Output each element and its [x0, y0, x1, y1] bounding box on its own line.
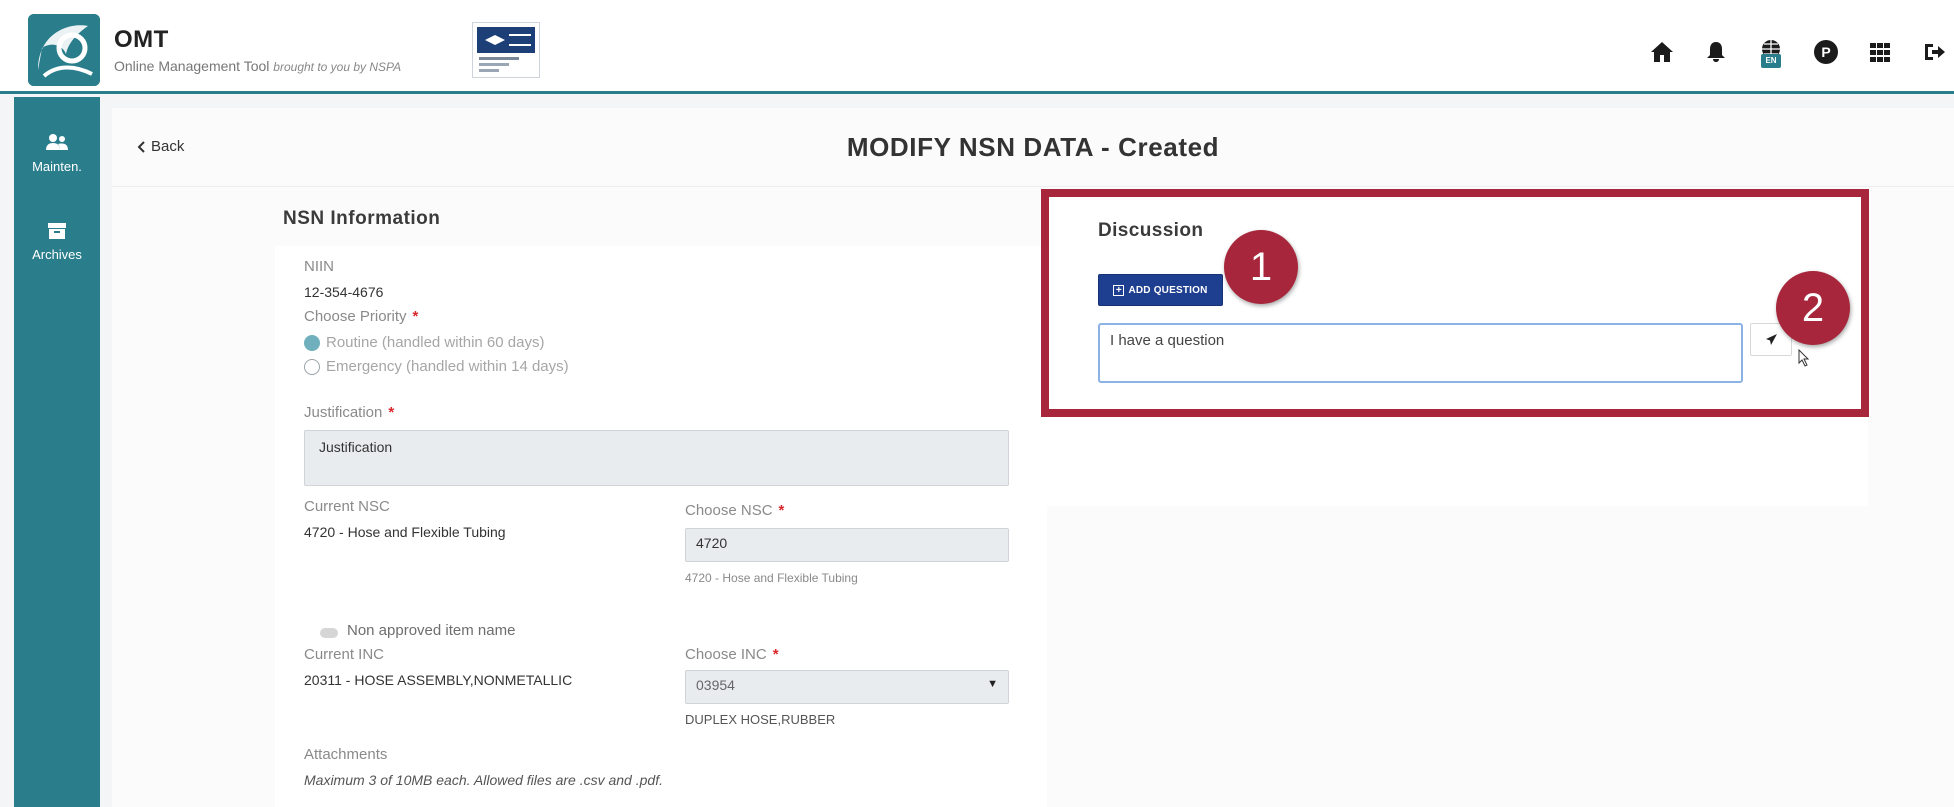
profile-initial: P	[1814, 40, 1838, 64]
required-marker: *	[778, 502, 785, 519]
home-icon[interactable]	[1650, 40, 1674, 64]
sidebar-item-mainten[interactable]: Mainten.	[14, 133, 100, 174]
choose-inc-value: 03954	[696, 677, 735, 693]
archive-icon	[48, 223, 66, 239]
required-marker: *	[388, 404, 395, 421]
priority-label-text: Choose Priority	[304, 308, 407, 325]
current-inc-label: Current INC	[304, 646, 385, 663]
nato-logo	[472, 22, 540, 78]
nsn-section-title: NSN Information	[283, 208, 441, 229]
app-subtitle-by: brought to you by NSPA	[273, 60, 402, 74]
omt-logo[interactable]	[28, 14, 100, 86]
sidebar-item-label: Archives	[32, 247, 82, 262]
attachments-label: Attachments	[304, 746, 388, 763]
current-nsc-label: Current NSC	[304, 498, 390, 515]
choose-inc-hint: DUPLEX HOSE,RUBBER	[685, 712, 836, 727]
radio-label: Routine (handled within 60 days)	[326, 334, 545, 351]
justification-label: Justification *	[304, 404, 394, 421]
priority-radio-emergency[interactable]: Emergency (handled within 14 days)	[304, 358, 569, 375]
language-code: EN	[1761, 54, 1781, 68]
non-approved-toggle[interactable]	[320, 628, 338, 638]
nsn-form-card: NIIN 12-354-4676 Choose Priority * Routin…	[275, 246, 1047, 807]
title-divider	[112, 186, 1954, 187]
callout-badge-1: 1	[1224, 230, 1298, 304]
choose-nsc-hint: 4720 - Hose and Flexible Tubing	[685, 571, 858, 585]
app-subtitle: Online Management Tool brought to you by…	[114, 58, 401, 74]
choose-nsc-input[interactable]: 4720	[685, 528, 1009, 562]
tutorial-highlight-box	[1041, 189, 1869, 417]
users-icon	[46, 134, 68, 150]
current-inc-value: 20311 - HOSE ASSEMBLY,NONMETALLIC	[304, 672, 573, 688]
bell-icon[interactable]	[1704, 40, 1728, 64]
justification-textarea[interactable]: Justification	[304, 430, 1009, 486]
choose-inc-label: Choose INC *	[685, 646, 779, 663]
current-nsc-value: 4720 - Hose and Flexible Tubing	[304, 524, 506, 540]
choose-nsc-label: Choose NSC *	[685, 502, 784, 519]
choose-inc-select[interactable]: 03954 ▼	[685, 670, 1009, 704]
radio-dot	[304, 358, 320, 375]
priority-label: Choose Priority *	[304, 308, 418, 325]
page-title: MODIFY NSN DATA - Created	[846, 132, 1220, 162]
app-subtitle-text: Online Management Tool	[114, 58, 270, 74]
language-selector[interactable]: EN	[1758, 32, 1784, 68]
sidebar-item-archives[interactable]: Archives	[14, 221, 100, 262]
radio-label: Emergency (handled within 14 days)	[326, 358, 569, 375]
dropdown-arrow-icon: ▼	[987, 678, 998, 690]
choose-nsc-label-text: Choose NSC	[685, 502, 773, 519]
justification-label-text: Justification	[304, 404, 383, 421]
app-title: OMT	[114, 26, 169, 53]
logout-icon[interactable]	[1922, 40, 1946, 64]
radio-selected-dot	[304, 334, 320, 351]
non-approved-label: Non approved item name	[347, 622, 516, 639]
required-marker: *	[412, 308, 419, 325]
niin-value: 12-354-4676	[304, 284, 384, 300]
attachments-hint: Maximum 3 of 10MB each. Allowed files ar…	[304, 772, 663, 788]
niin-label: NIIN	[304, 258, 334, 275]
choose-inc-label-text: Choose INC	[685, 646, 767, 663]
required-marker: *	[772, 646, 779, 663]
sidebar: Mainten. Archives	[14, 97, 100, 807]
apps-grid-icon[interactable]	[1868, 40, 1892, 64]
sidebar-item-label: Mainten.	[32, 159, 82, 174]
callout-badge-2: 2	[1776, 271, 1850, 345]
priority-radio-routine[interactable]: Routine (handled within 60 days)	[304, 334, 544, 351]
profile-icon[interactable]: P	[1814, 40, 1838, 64]
app-header: OMT Online Management Tool brought to yo…	[0, 0, 1954, 94]
header-toolbar: EN P	[1620, 36, 1946, 68]
